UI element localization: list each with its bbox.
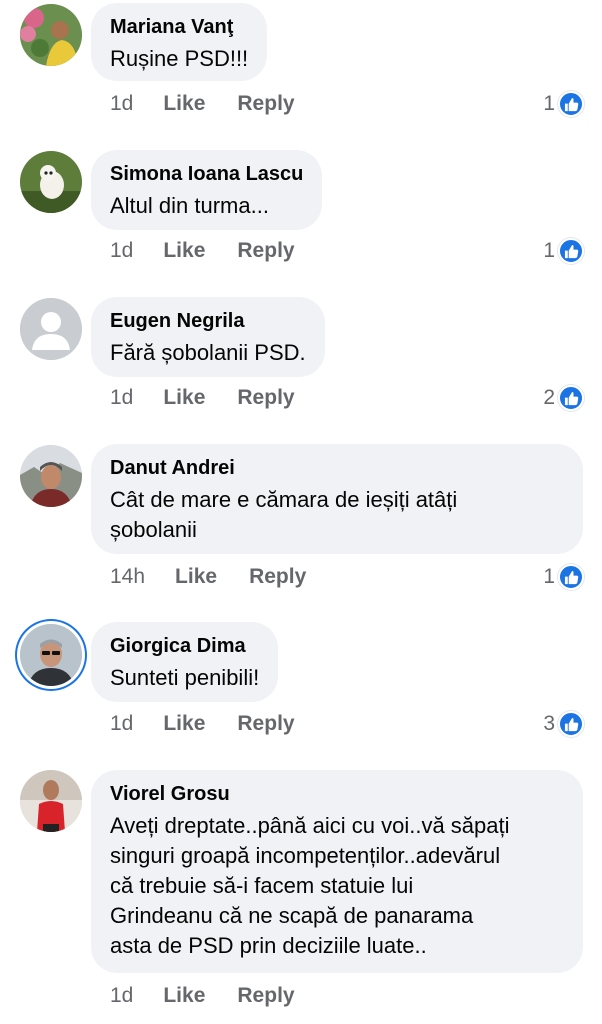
avatar-photo (20, 4, 82, 66)
comment-text-line: asta de PSD prin deciziile luate.. (110, 933, 427, 958)
comment-actions: 1d Like Reply (110, 236, 295, 266)
reaction-summary[interactable]: 1 (543, 236, 584, 266)
comment-time[interactable]: 1d (110, 712, 133, 736)
reaction-summary[interactable]: 1 (543, 89, 584, 119)
comment-bubble: Simona Ioana Lascu Altul din turma... (91, 150, 323, 230)
comment-author[interactable]: Viorel Grosu (110, 781, 564, 807)
avatar[interactable] (20, 624, 82, 686)
like-button[interactable]: Like (163, 92, 205, 116)
reply-button[interactable]: Reply (237, 712, 294, 736)
reply-button[interactable]: Reply (237, 984, 294, 1008)
comment-actions: 14h Like Reply (110, 562, 306, 592)
avatar[interactable] (20, 445, 82, 507)
comment-text: Fără șobolanii PSD. (110, 340, 306, 365)
like-thumb-icon (558, 564, 584, 590)
avatar[interactable] (20, 770, 82, 832)
reply-button[interactable]: Reply (237, 239, 294, 263)
comment-text: Sunteti penibili! (110, 665, 260, 690)
reply-button[interactable]: Reply (237, 92, 294, 116)
like-thumb-icon (558, 238, 584, 264)
like-button[interactable]: Like (163, 984, 205, 1008)
comment-time[interactable]: 1d (110, 239, 133, 263)
comment-author[interactable]: Giorgica Dima (110, 633, 259, 659)
comment-actions: 1d Like Reply (110, 89, 295, 119)
like-thumb-icon (558, 91, 584, 117)
reaction-count: 3 (543, 712, 555, 735)
comment-text-line: Cât de mare e cămara de ieșiți atâți (110, 487, 458, 512)
like-button[interactable]: Like (175, 565, 217, 589)
comment-bubble: Danut Andrei Cât de mare e cămara de ieș… (91, 444, 583, 554)
avatar-photo (20, 445, 82, 507)
reaction-summary[interactable]: 1 (543, 562, 584, 592)
comment-time[interactable]: 1d (110, 92, 133, 116)
comment-author[interactable]: Mariana Vanţ (110, 14, 248, 40)
reaction-count: 1 (543, 239, 555, 262)
comment-time[interactable]: 14h (110, 565, 145, 589)
like-button[interactable]: Like (163, 386, 205, 410)
like-thumb-icon (558, 385, 584, 411)
reply-button[interactable]: Reply (249, 565, 306, 589)
comment-text: Aveți dreptate..până aici cu voi..vă săp… (110, 811, 564, 961)
default-profile-icon[interactable] (20, 298, 82, 360)
avatar-photo (20, 770, 82, 832)
comment-bubble: Giorgica Dima Sunteti penibili! (91, 622, 279, 702)
reply-button[interactable]: Reply (237, 386, 294, 410)
like-button[interactable]: Like (163, 712, 205, 736)
comment-text-line: Grindeanu că ne scapă de panarama (110, 903, 474, 928)
comment-time[interactable]: 1d (110, 984, 133, 1008)
comment-actions: 1d Like Reply (110, 383, 295, 413)
comment-text-line: că trebuie să-i facem statuie lui (110, 873, 414, 898)
avatar[interactable] (20, 4, 82, 66)
comment-bubble: Eugen Negrila Fără șobolanii PSD. (91, 297, 325, 377)
comment-text-line: singuri groapă incompetenților..adevărul (110, 843, 501, 868)
reaction-count: 1 (543, 565, 555, 588)
comment-author[interactable]: Simona Ioana Lascu (110, 161, 303, 187)
comment-actions: 1d Like Reply (110, 981, 295, 1011)
comment-author[interactable]: Eugen Negrila (110, 308, 306, 334)
comment-time[interactable]: 1d (110, 386, 133, 410)
like-thumb-icon (558, 711, 584, 737)
comment-bubble: Viorel Grosu Aveți dreptate..până aici c… (91, 770, 583, 973)
comment-bubble: Mariana Vanţ Rușine PSD!!! (91, 3, 268, 81)
reaction-count: 1 (543, 92, 555, 115)
avatar-photo (20, 624, 82, 686)
like-button[interactable]: Like (163, 239, 205, 263)
comment-text: Altul din turma... (110, 193, 269, 218)
avatar[interactable] (20, 151, 82, 213)
comment-text-line: șobolanii (110, 517, 197, 542)
avatar-photo (20, 151, 82, 213)
reaction-summary[interactable]: 3 (543, 709, 584, 739)
reaction-summary[interactable]: 2 (543, 383, 584, 413)
reaction-count: 2 (543, 386, 555, 409)
comment-text-line: Aveți dreptate..până aici cu voi..vă săp… (110, 813, 510, 838)
comment-text: Rușine PSD!!! (110, 46, 249, 71)
comment-text: Cât de mare e cămara de ieșiți atâți șob… (110, 485, 564, 545)
comment-author[interactable]: Danut Andrei (110, 455, 564, 481)
comment-actions: 1d Like Reply (110, 709, 295, 739)
